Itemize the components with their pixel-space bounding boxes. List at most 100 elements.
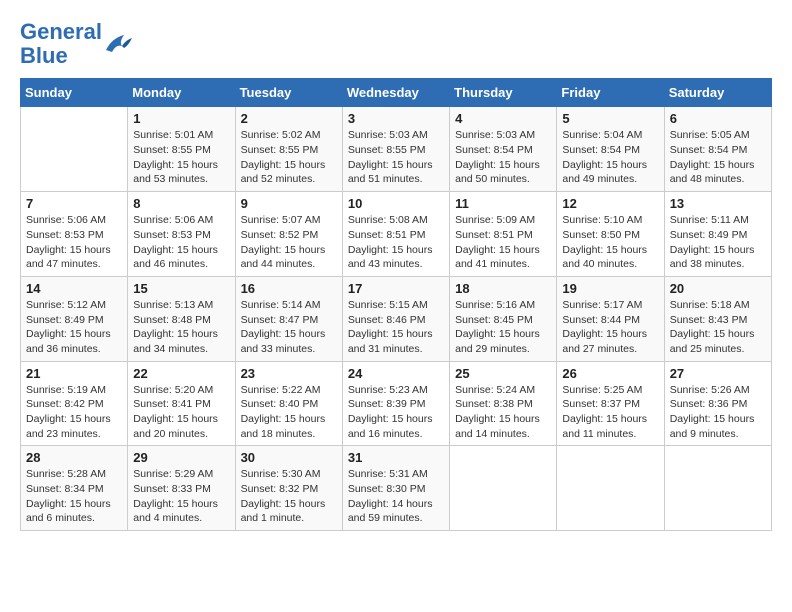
day-number: 5: [562, 111, 658, 126]
day-info: Sunrise: 5:22 AM Sunset: 8:40 PM Dayligh…: [241, 383, 337, 442]
calendar-table: SundayMondayTuesdayWednesdayThursdayFrid…: [20, 78, 772, 531]
day-cell: [664, 446, 771, 531]
day-number: 13: [670, 196, 766, 211]
day-info: Sunrise: 5:30 AM Sunset: 8:32 PM Dayligh…: [241, 467, 337, 526]
day-number: 24: [348, 366, 444, 381]
day-number: 6: [670, 111, 766, 126]
day-cell: 11Sunrise: 5:09 AM Sunset: 8:51 PM Dayli…: [450, 192, 557, 277]
day-cell: 10 Sunrise: 5:08 AM Sunset: 8:51 PM Dayli…: [342, 192, 449, 277]
day-cell: 5 Sunrise: 5:04 AM Sunset: 8:54 PM Daylig…: [557, 107, 664, 192]
day-number: 21: [26, 366, 122, 381]
logo-text: General Blue: [20, 20, 102, 68]
day-cell: 2 Sunrise: 5:02 AM Sunset: 8:55 PM Daylig…: [235, 107, 342, 192]
day-cell: [557, 446, 664, 531]
day-number: 25: [455, 366, 551, 381]
day-info: Sunrise: 5:05 AM Sunset: 8:54 PM Dayligh…: [670, 128, 766, 187]
day-number: 8: [133, 196, 229, 211]
day-info: Sunrise: 5:17 AM Sunset: 8:44 PM Dayligh…: [562, 298, 658, 357]
day-cell: 4 Sunrise: 5:03 AM Sunset: 8:54 PM Daylig…: [450, 107, 557, 192]
day-info: Sunrise: 5:20 AM Sunset: 8:41 PM Dayligh…: [133, 383, 229, 442]
day-info: Sunrise: 5:15 AM Sunset: 8:46 PM Dayligh…: [348, 298, 444, 357]
day-info: Sunrise: 5:29 AM Sunset: 8:33 PM Dayligh…: [133, 467, 229, 526]
day-cell: 23Sunrise: 5:22 AM Sunset: 8:40 PM Dayli…: [235, 361, 342, 446]
day-number: 29: [133, 450, 229, 465]
day-cell: 7Sunrise: 5:06 AM Sunset: 8:53 PM Daylig…: [21, 192, 128, 277]
day-number: 27: [670, 366, 766, 381]
day-info: Sunrise: 5:03 AM Sunset: 8:54 PM Dayligh…: [455, 128, 551, 187]
day-cell: 3 Sunrise: 5:03 AM Sunset: 8:55 PM Daylig…: [342, 107, 449, 192]
day-info: Sunrise: 5:28 AM Sunset: 8:34 PM Dayligh…: [26, 467, 122, 526]
day-info: Sunrise: 5:03 AM Sunset: 8:55 PM Dayligh…: [348, 128, 444, 187]
day-cell: 30 Sunrise: 5:30 AM Sunset: 8:32 PM Dayli…: [235, 446, 342, 531]
day-cell: 14 Sunrise: 5:12 AM Sunset: 8:49 PM Dayli…: [21, 276, 128, 361]
week-row-3: 14 Sunrise: 5:12 AM Sunset: 8:49 PM Dayli…: [21, 276, 772, 361]
weekday-header-thursday: Thursday: [450, 79, 557, 107]
day-number: 28: [26, 450, 122, 465]
week-row-4: 21 Sunrise: 5:19 AM Sunset: 8:42 PM Dayli…: [21, 361, 772, 446]
day-number: 9: [241, 196, 337, 211]
day-number: 10: [348, 196, 444, 211]
day-number: 18: [455, 281, 551, 296]
day-number: 7: [26, 196, 122, 211]
day-info: Sunrise: 5:11 AM Sunset: 8:49 PM Dayligh…: [670, 213, 766, 272]
page-header: General Blue: [20, 20, 772, 68]
day-number: 12: [562, 196, 658, 211]
day-cell: 31 Sunrise: 5:31 AM Sunset: 8:30 PM Dayli…: [342, 446, 449, 531]
day-number: 17: [348, 281, 444, 296]
day-info: Sunrise: 5:23 AM Sunset: 8:39 PM Dayligh…: [348, 383, 444, 442]
day-number: 31: [348, 450, 444, 465]
week-row-1: 1 Sunrise: 5:01 AM Sunset: 8:55 PM Daylig…: [21, 107, 772, 192]
day-info: Sunrise: 5:18 AM Sunset: 8:43 PM Dayligh…: [670, 298, 766, 357]
day-number: 22: [133, 366, 229, 381]
weekday-header-tuesday: Tuesday: [235, 79, 342, 107]
day-info: Sunrise: 5:19 AM Sunset: 8:42 PM Dayligh…: [26, 383, 122, 442]
day-cell: 24 Sunrise: 5:23 AM Sunset: 8:39 PM Dayli…: [342, 361, 449, 446]
day-info: Sunrise: 5:26 AM Sunset: 8:36 PM Dayligh…: [670, 383, 766, 442]
day-cell: [450, 446, 557, 531]
logo-bird-icon: [104, 30, 134, 58]
day-info: Sunrise: 5:31 AM Sunset: 8:30 PM Dayligh…: [348, 467, 444, 526]
day-number: 15: [133, 281, 229, 296]
day-cell: 6 Sunrise: 5:05 AM Sunset: 8:54 PM Daylig…: [664, 107, 771, 192]
day-number: 19: [562, 281, 658, 296]
day-info: Sunrise: 5:07 AM Sunset: 8:52 PM Dayligh…: [241, 213, 337, 272]
day-info: Sunrise: 5:09 AM Sunset: 8:51 PM Dayligh…: [455, 213, 551, 272]
weekday-header-wednesday: Wednesday: [342, 79, 449, 107]
day-info: Sunrise: 5:06 AM Sunset: 8:53 PM Dayligh…: [133, 213, 229, 272]
day-cell: 8 Sunrise: 5:06 AM Sunset: 8:53 PM Daylig…: [128, 192, 235, 277]
week-row-2: 7 Sunrise: 5:06 AM Sunset: 8:53 PM Daylig…: [21, 192, 772, 277]
day-cell: 9 Sunrise: 5:07 AM Sunset: 8:52 PM Daylig…: [235, 192, 342, 277]
day-number: 3: [348, 111, 444, 126]
day-info: Sunrise: 5:16 AM Sunset: 8:45 PM Dayligh…: [455, 298, 551, 357]
day-info: Sunrise: 5:24 AM Sunset: 8:38 PM Dayligh…: [455, 383, 551, 442]
weekday-header-saturday: Saturday: [664, 79, 771, 107]
day-info: Sunrise: 5:13 AM Sunset: 8:48 PM Dayligh…: [133, 298, 229, 357]
day-cell: 20 Sunrise: 5:18 AM Sunset: 8:43 PM Dayli…: [664, 276, 771, 361]
day-cell: 18 Sunrise: 5:16 AM Sunset: 8:45 PM Dayli…: [450, 276, 557, 361]
weekday-header-friday: Friday: [557, 79, 664, 107]
day-cell: 15 Sunrise: 5:13 AM Sunset: 8:48 PM Dayli…: [128, 276, 235, 361]
day-number: 14: [26, 281, 122, 296]
day-cell: 29 Sunrise: 5:29 AM Sunset: 8:33 PM Dayli…: [128, 446, 235, 531]
weekday-header-monday: Monday: [128, 79, 235, 107]
day-cell: 21 Sunrise: 5:19 AM Sunset: 8:42 PM Dayli…: [21, 361, 128, 446]
day-info: Sunrise: 5:10 AM Sunset: 8:50 PM Dayligh…: [562, 213, 658, 272]
day-cell: 25 Sunrise: 5:24 AM Sunset: 8:38 PM Dayli…: [450, 361, 557, 446]
day-number: 4: [455, 111, 551, 126]
week-row-5: 28 Sunrise: 5:28 AM Sunset: 8:34 PM Dayli…: [21, 446, 772, 531]
day-info: Sunrise: 5:01 AM Sunset: 8:55 PM Dayligh…: [133, 128, 229, 187]
day-number: 2: [241, 111, 337, 126]
day-number: 30: [241, 450, 337, 465]
day-number: 20: [670, 281, 766, 296]
day-cell: 19 Sunrise: 5:17 AM Sunset: 8:44 PM Dayli…: [557, 276, 664, 361]
day-cell: 1 Sunrise: 5:01 AM Sunset: 8:55 PM Daylig…: [128, 107, 235, 192]
day-cell: 13 Sunrise: 5:11 AM Sunset: 8:49 PM Dayli…: [664, 192, 771, 277]
day-info: Sunrise: 5:12 AM Sunset: 8:49 PM Dayligh…: [26, 298, 122, 357]
day-number: 1: [133, 111, 229, 126]
day-cell: 16Sunrise: 5:14 AM Sunset: 8:47 PM Dayli…: [235, 276, 342, 361]
day-info: Sunrise: 5:25 AM Sunset: 8:37 PM Dayligh…: [562, 383, 658, 442]
day-info: Sunrise: 5:02 AM Sunset: 8:55 PM Dayligh…: [241, 128, 337, 187]
day-info: Sunrise: 5:08 AM Sunset: 8:51 PM Dayligh…: [348, 213, 444, 272]
day-number: 26: [562, 366, 658, 381]
day-info: Sunrise: 5:04 AM Sunset: 8:54 PM Dayligh…: [562, 128, 658, 187]
